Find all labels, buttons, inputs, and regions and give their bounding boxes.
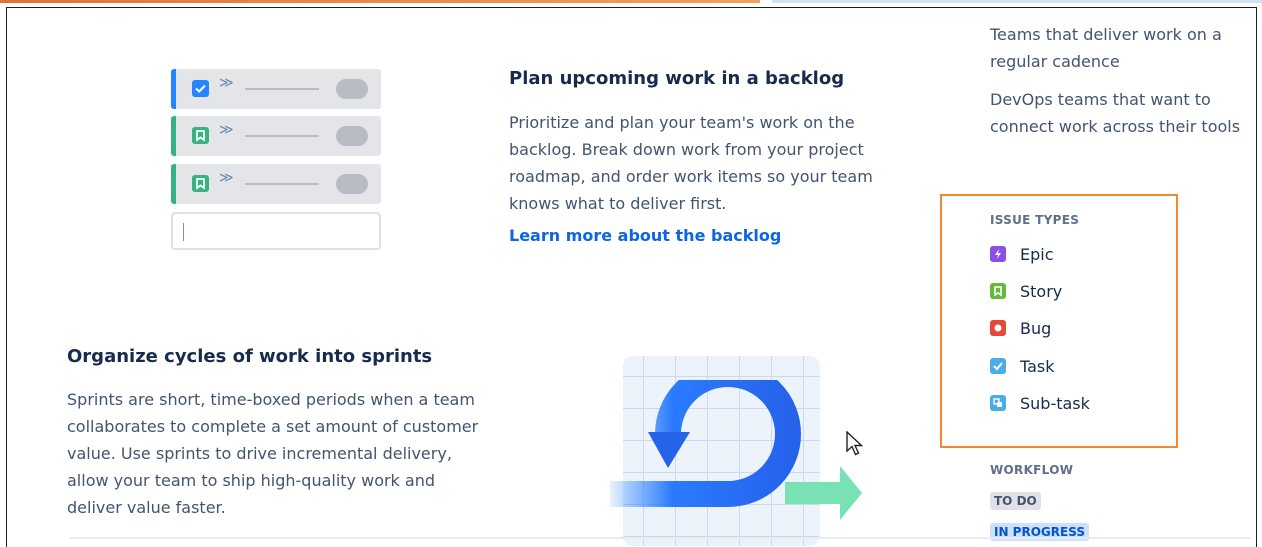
priority-chevron-icon: ≫ [219, 170, 234, 186]
story-bookmark-icon [192, 175, 209, 192]
top-strip-blue [772, 0, 1262, 3]
issue-type-label: Sub-task [1020, 393, 1090, 413]
backlog-new-item-input [171, 212, 381, 250]
sprint-loop-arrow-icon [610, 380, 862, 520]
backlog-row-story: ≫ [171, 164, 381, 204]
row-avatar-pill [336, 126, 368, 146]
sprints-heading: Organize cycles of work into sprints [67, 346, 433, 367]
issue-type-task: Task [990, 354, 1055, 378]
workflow-label: WORKFLOW [990, 463, 1074, 477]
row-line [245, 135, 319, 137]
row-accent [171, 69, 176, 109]
epic-icon [990, 246, 1006, 262]
issue-type-label: Epic [1020, 244, 1054, 264]
issue-types-label: ISSUE TYPES [990, 213, 1080, 227]
mouse-cursor-icon [846, 431, 864, 456]
issue-type-label: Task [1020, 356, 1055, 376]
top-strip-orange [0, 0, 760, 3]
issue-type-subtask: Sub-task [990, 391, 1090, 415]
backlog-description: Prioritize and plan your team's work on … [509, 113, 873, 213]
story-icon [990, 283, 1006, 299]
row-avatar-pill [336, 79, 368, 99]
backlog-heading: Plan upcoming work in a backlog [509, 68, 845, 89]
issue-type-bug: Bug [990, 316, 1051, 340]
row-line [245, 88, 319, 90]
backlog-row-task: ≫ [171, 69, 381, 109]
row-accent [171, 164, 176, 204]
priority-chevron-icon: ≫ [219, 75, 234, 91]
issue-type-label: Bug [1020, 318, 1052, 338]
backlog-row-story: ≫ [171, 116, 381, 156]
priority-chevron-icon: ≫ [219, 122, 234, 138]
audience-cadence-text: Teams that deliver work on a regular cad… [990, 25, 1222, 71]
subtask-icon [990, 395, 1006, 411]
issue-type-label: Story [1020, 281, 1063, 301]
row-accent [171, 116, 176, 156]
issue-type-story: Story [990, 279, 1062, 303]
text-caret [183, 223, 184, 241]
workflow-status-todo: TO DO [990, 492, 1041, 510]
bottom-divider [70, 537, 1250, 539]
sprints-description: Sprints are short, time-boxed periods wh… [67, 390, 479, 517]
row-avatar-pill [336, 174, 368, 194]
audience-devops-text: DevOps teams that want to connect work a… [990, 90, 1241, 136]
story-bookmark-icon [192, 127, 209, 144]
backlog-learn-more-link[interactable]: Learn more about the backlog [509, 226, 781, 245]
bug-icon [990, 320, 1006, 336]
task-checkbox-icon [192, 80, 209, 97]
issue-type-epic: Epic [990, 242, 1054, 266]
row-line [245, 183, 319, 185]
task-icon [990, 358, 1006, 374]
